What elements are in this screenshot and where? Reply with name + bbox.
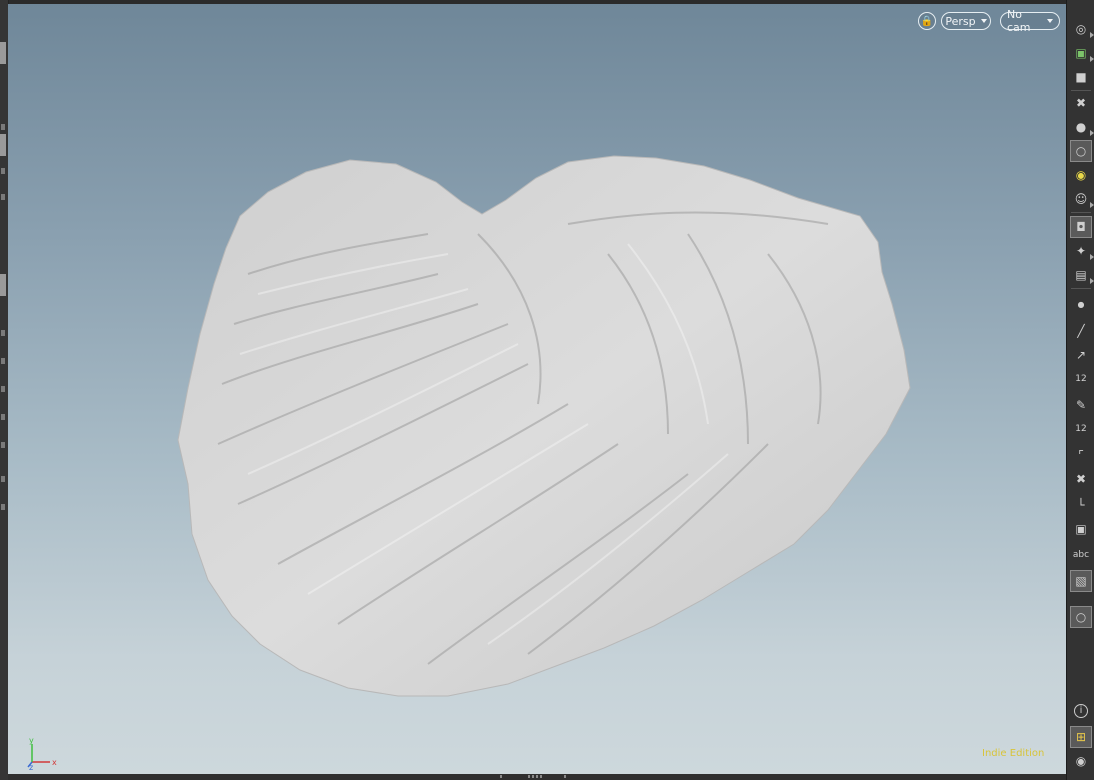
- left-tick: [1, 168, 5, 174]
- chevron-down-icon: [1047, 19, 1053, 23]
- terrain-mesh: [177, 155, 911, 697]
- axis-handle-icon[interactable]: └: [1070, 494, 1092, 516]
- normal-icon[interactable]: ╱: [1070, 320, 1092, 342]
- point-display-icon[interactable]: ▤: [1070, 264, 1094, 286]
- prim-number-icon[interactable]: 12: [1070, 418, 1092, 440]
- bottom-handle-dot[interactable]: [564, 775, 566, 778]
- stop-icon[interactable]: ▣: [1070, 518, 1092, 540]
- left-tick: [1, 442, 5, 448]
- viewport-lock-button[interactable]: 🔒: [918, 12, 936, 30]
- edition-label: Indie Edition: [982, 748, 1045, 759]
- axis-z-label: z: [29, 763, 33, 770]
- bulb-off-icon[interactable]: ✖: [1070, 92, 1092, 114]
- bulb-icon[interactable]: ○: [1070, 606, 1092, 628]
- scene-viewport[interactable]: 🔒 Persp No cam x y z: [8, 4, 1066, 774]
- grid-layout-icon[interactable]: ⊞: [1070, 726, 1092, 748]
- bottom-handle-dot[interactable]: [540, 775, 542, 778]
- left-tick: [1, 330, 5, 336]
- dot-icon[interactable]: ●: [1070, 294, 1092, 316]
- lock-icon: 🔒: [920, 15, 934, 27]
- lock-icon[interactable]: ■: [1070, 66, 1092, 88]
- left-scroll-handle-3[interactable]: [0, 274, 6, 296]
- bottom-handle-dot[interactable]: [536, 775, 538, 778]
- bottom-handle-dot[interactable]: [532, 775, 534, 778]
- brush-icon[interactable]: ✎: [1070, 394, 1092, 416]
- view-camera-icon[interactable]: ▣: [1070, 42, 1094, 64]
- left-tick: [1, 386, 5, 392]
- display-object-icon[interactable]: ◘: [1070, 216, 1092, 238]
- projection-menu-button[interactable]: Persp: [941, 12, 991, 30]
- bottom-handle-dot[interactable]: [500, 775, 502, 778]
- left-tick: [1, 414, 5, 420]
- axis-y-label: y: [29, 736, 34, 745]
- viewport-bottom-bar: [8, 774, 1066, 780]
- left-scroll-handle[interactable]: [0, 42, 6, 64]
- light-ghost-icon[interactable]: ☺: [1070, 188, 1094, 210]
- left-tick: [1, 476, 5, 482]
- shaded-sphere-icon[interactable]: ●: [1070, 116, 1094, 138]
- left-tick: [1, 124, 5, 130]
- left-tick: [1, 358, 5, 364]
- template-icon[interactable]: ✦: [1070, 240, 1094, 262]
- light-icon[interactable]: ○: [1070, 140, 1092, 162]
- chevron-down-icon: [980, 19, 987, 23]
- projection-label: Persp: [945, 14, 976, 28]
- eye-visibility-icon[interactable]: ◎: [1070, 18, 1094, 40]
- axis-gizmo: x y z: [27, 736, 57, 770]
- point-number-icon[interactable]: 12: [1070, 368, 1092, 390]
- bottom-handle-dot[interactable]: [528, 775, 530, 778]
- text-abc-icon[interactable]: abc: [1070, 544, 1092, 566]
- left-scroll-handle-2[interactable]: [0, 134, 6, 156]
- shrink-icon[interactable]: ✖: [1070, 468, 1092, 490]
- light-yellow-icon[interactable]: ◉: [1070, 164, 1092, 186]
- camera-label: No cam: [1007, 8, 1031, 34]
- axis-x-label: x: [52, 758, 57, 767]
- left-tick: [1, 194, 5, 200]
- display-options-toolbar: ◎ ▣ ■ ✖ ● ○ ◉ ☺ ◘ ✦ ▤ ● ╱ ↗ 12 ✎ 12 ⌜ ✖ …: [1066, 0, 1094, 780]
- left-tick: [1, 504, 5, 510]
- corner-icon[interactable]: ⌜: [1070, 444, 1092, 466]
- eye-icon[interactable]: ◉: [1070, 750, 1092, 772]
- camera-menu-button[interactable]: No cam: [1000, 8, 1060, 34]
- info-icon[interactable]: i: [1070, 700, 1092, 722]
- background-image-icon[interactable]: ▧: [1070, 570, 1092, 592]
- vertex-normal-icon[interactable]: ↗: [1070, 344, 1092, 366]
